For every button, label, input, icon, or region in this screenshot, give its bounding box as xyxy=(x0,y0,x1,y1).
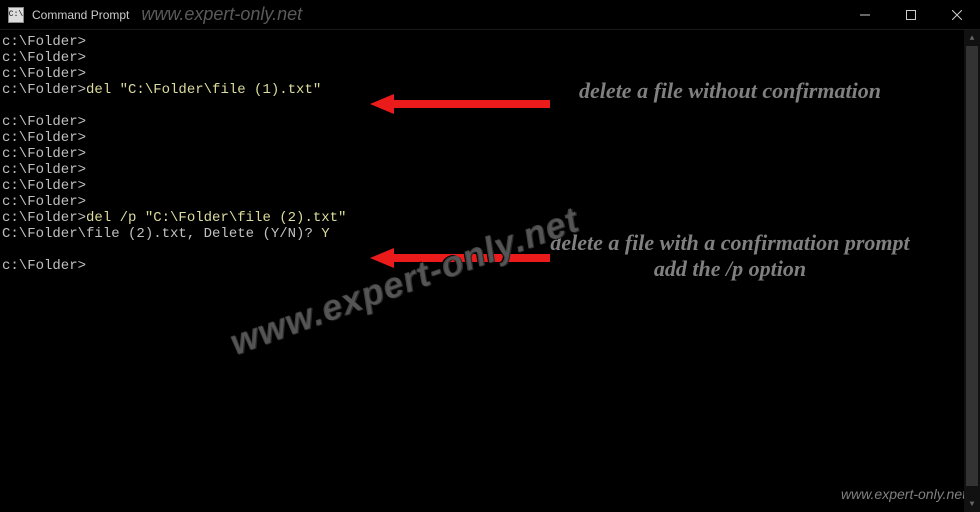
terminal-line: c:\Folder> xyxy=(2,194,978,210)
scroll-up-icon[interactable]: ▲ xyxy=(964,30,980,46)
terminal-line: c:\Folder> xyxy=(2,146,978,162)
terminal-line: c:\Folder> xyxy=(2,34,978,50)
window-controls xyxy=(842,0,980,29)
prompt-text: c:\Folder> xyxy=(2,50,86,66)
prompt-text: c:\Folder> xyxy=(2,210,86,226)
command-text: del /p "C:\Folder\file (2).txt" xyxy=(86,210,346,226)
scrollbar-thumb[interactable] xyxy=(966,46,978,486)
maximize-button[interactable] xyxy=(888,0,934,29)
terminal-line: c:\Folder>del /p "C:\Folder\file (2).txt… xyxy=(2,210,978,226)
prompt-text: c:\Folder> xyxy=(2,146,86,162)
prompt-text: c:\Folder> xyxy=(2,66,86,82)
terminal-line: c:\Folder> xyxy=(2,50,978,66)
prompt-text: c:\Folder> xyxy=(2,114,86,130)
titlebar: C:\ Command Prompt www.expert-only.net xyxy=(0,0,980,30)
terminal-line: c:\Folder> xyxy=(2,162,978,178)
confirmation-input: Y xyxy=(321,226,329,242)
window-title: Command Prompt xyxy=(32,8,129,22)
vertical-scrollbar[interactable]: ▲ ▼ xyxy=(964,30,980,512)
terminal-line: c:\Folder> xyxy=(2,114,978,130)
scroll-down-icon[interactable]: ▼ xyxy=(964,496,980,512)
confirmation-prompt: C:\Folder\file (2).txt, Delete (Y/N)? xyxy=(2,226,321,242)
close-button[interactable] xyxy=(934,0,980,29)
bottom-watermark: www.expert-only.net xyxy=(841,486,966,502)
prompt-text: c:\Folder> xyxy=(2,130,86,146)
prompt-text: c:\Folder> xyxy=(2,34,86,50)
arrow-icon xyxy=(370,92,550,116)
cmd-icon: C:\ xyxy=(8,7,24,23)
terminal-line: c:\Folder> xyxy=(2,130,978,146)
arrow-icon xyxy=(370,246,550,270)
annotation-no-confirm: delete a file without confirmation xyxy=(550,78,910,104)
command-text: del "C:\Folder\file (1).txt" xyxy=(86,82,321,98)
prompt-text: c:\Folder> xyxy=(2,82,86,98)
prompt-text: c:\Folder> xyxy=(2,194,86,210)
prompt-text: c:\Folder> xyxy=(2,178,86,194)
titlebar-watermark: www.expert-only.net xyxy=(141,4,302,25)
terminal-line: c:\Folder> xyxy=(2,178,978,194)
minimize-button[interactable] xyxy=(842,0,888,29)
prompt-text: c:\Folder> xyxy=(2,162,86,178)
annotation-with-confirm: delete a file with a confirmation prompt… xyxy=(550,230,910,282)
